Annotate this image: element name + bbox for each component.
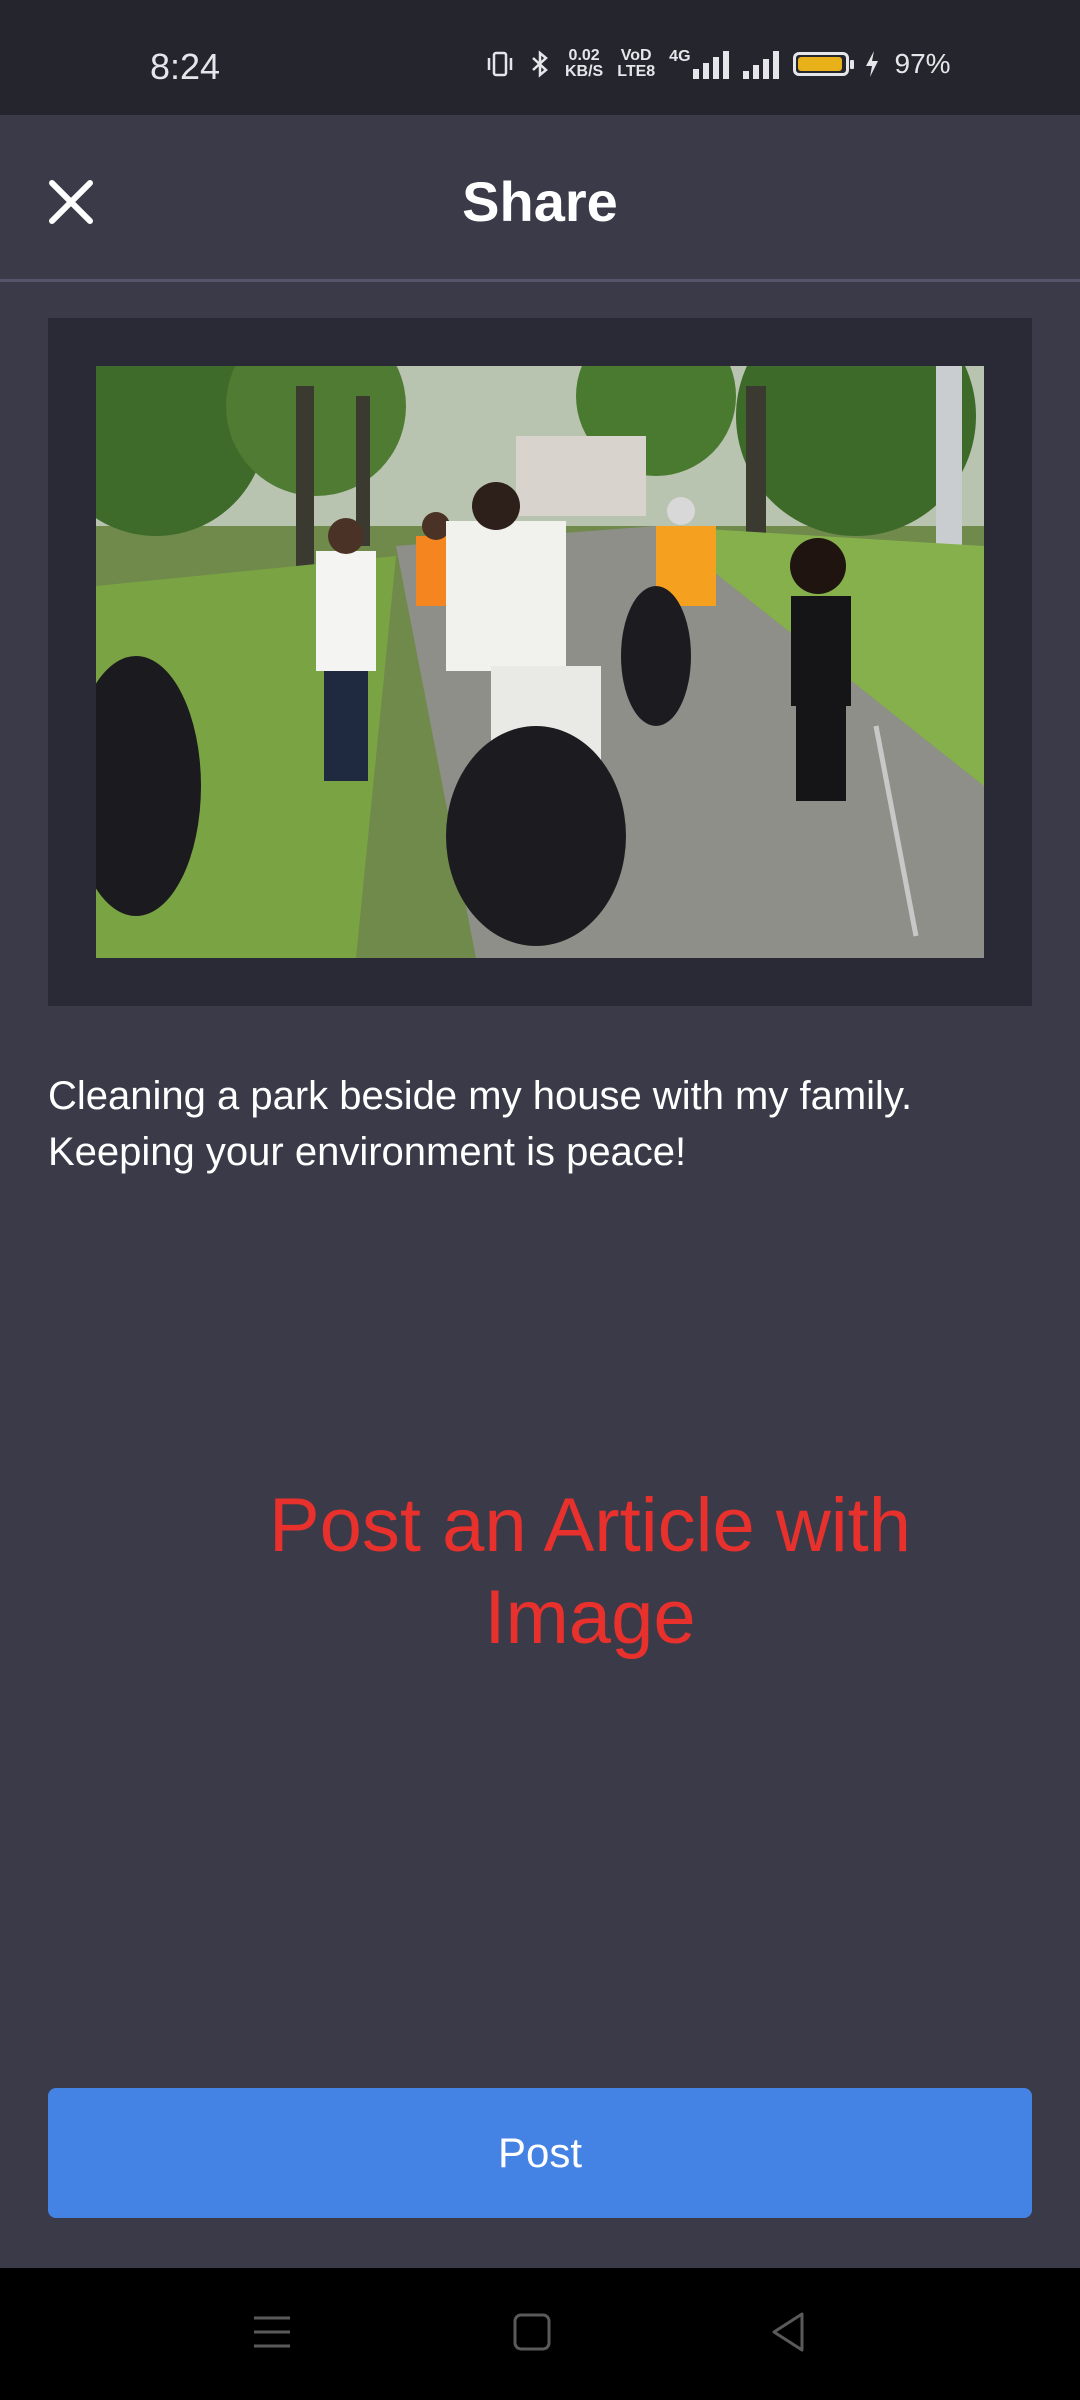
battery-icon	[792, 52, 854, 76]
bluetooth-icon	[532, 50, 548, 78]
header: Share	[0, 115, 1080, 282]
status-time: 8:24	[150, 46, 221, 87]
back-icon	[772, 2312, 804, 2352]
signal-icon	[692, 49, 729, 79]
network-type: 4G	[669, 48, 691, 65]
volte-bottom: LTE8	[617, 63, 656, 80]
volte-top: VoD	[620, 47, 652, 64]
back-button[interactable]	[768, 2310, 808, 2359]
signal-group-1: 4G	[669, 48, 729, 79]
menu-icon	[254, 2316, 290, 2348]
battery-percent: 97%	[894, 48, 951, 79]
net-speed-value: 0.02	[568, 47, 600, 64]
home-button[interactable]	[512, 2310, 552, 2359]
home-icon	[513, 2313, 551, 2351]
post-image[interactable]	[96, 366, 984, 958]
post-button[interactable]: Post	[48, 2088, 1032, 2218]
charging-icon	[865, 51, 878, 77]
status-icons: 0.02 KB/S VoD LTE8 4G 97%	[485, 48, 951, 80]
overlay-label: Post an Article with Image	[268, 1483, 912, 1660]
vibrate-icon	[487, 51, 513, 77]
image-preview-frame	[48, 318, 1032, 1006]
battery-fill	[797, 57, 843, 71]
net-speed-unit: KB/S	[565, 63, 604, 80]
post-caption: Cleaning a park beside my house with my …	[48, 1074, 913, 1174]
volte-indicator: VoD LTE8	[617, 48, 655, 80]
page-title: Share	[462, 170, 618, 233]
menu-button[interactable]	[252, 2310, 292, 2359]
status-bar: 8:24 0.02 KB/S VoD LTE8 4G 97%	[0, 0, 1080, 115]
nav-bar	[0, 2268, 1080, 2400]
net-speed: 0.02 KB/S	[565, 48, 603, 80]
signal-icon-2	[742, 49, 779, 79]
